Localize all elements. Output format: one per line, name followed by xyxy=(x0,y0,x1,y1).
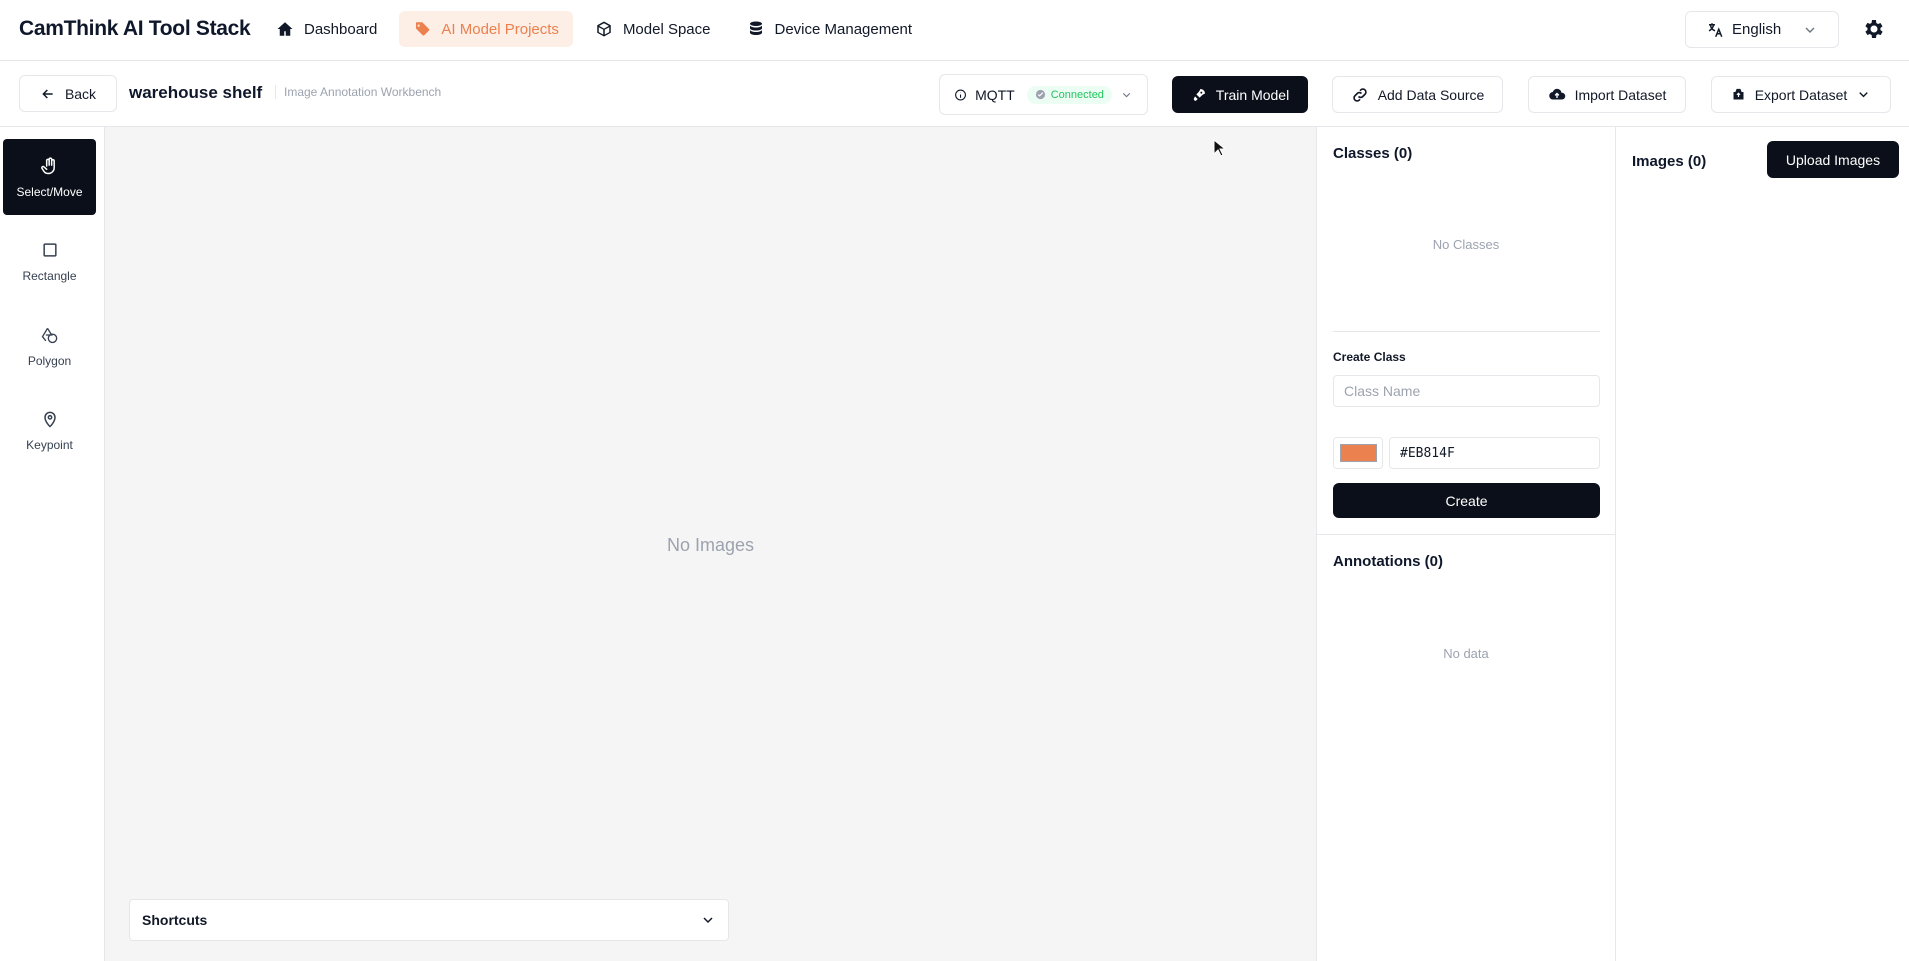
nav-item-dashboard[interactable]: Dashboard xyxy=(262,11,391,47)
top-navigation: CamThink AI Tool Stack Dashboard AI Mode… xyxy=(0,0,1909,61)
divider xyxy=(1333,331,1600,332)
classes-panel: Classes (0) No Classes Create Class Crea… xyxy=(1316,127,1617,961)
annotations-empty-message: No data xyxy=(1443,646,1489,661)
upload-images-label: Upload Images xyxy=(1785,151,1881,168)
translate-icon xyxy=(1708,22,1723,37)
empty-canvas-message: No Images xyxy=(666,535,755,555)
arrow-left-icon xyxy=(42,88,53,99)
create-class-label: Create xyxy=(1445,492,1488,509)
tool-keypoint[interactable]: Keypoint xyxy=(3,392,96,468)
back-label: Back xyxy=(64,85,97,102)
tool-label: Rectangle xyxy=(22,268,77,283)
nav-item-ai-model-projects[interactable]: AI Model Projects xyxy=(399,11,573,47)
database-icon xyxy=(749,21,762,35)
project-toolbar: Back warehouse shelf Image Annotation Wo… xyxy=(0,61,1909,127)
import-dataset-button[interactable]: Import Dataset xyxy=(1528,76,1686,113)
status-badge: Connected xyxy=(1026,85,1112,104)
package-export-icon xyxy=(1733,88,1744,100)
link-icon xyxy=(1352,87,1367,102)
add-data-source-button[interactable]: Add Data Source xyxy=(1332,76,1503,113)
tag-icon xyxy=(416,22,430,36)
shortcuts-panel-toggle[interactable]: Shortcuts xyxy=(129,899,729,941)
color-swatch xyxy=(1339,444,1377,462)
tool-label: Keypoint xyxy=(26,437,73,452)
annotation-canvas[interactable]: No Images Shortcuts xyxy=(105,127,1316,961)
chevron-down-icon xyxy=(1122,92,1131,97)
train-model-label: Train Model xyxy=(1215,86,1290,103)
tool-select-move[interactable]: Select/Move xyxy=(3,139,96,215)
class-color-picker[interactable] xyxy=(1333,437,1383,469)
tool-rectangle[interactable]: Rectangle xyxy=(3,223,96,299)
gear-icon[interactable] xyxy=(1862,17,1886,41)
divider xyxy=(1317,534,1617,535)
class-color-hex-input[interactable] xyxy=(1389,437,1600,469)
annotations-title: Annotations (0) xyxy=(1333,553,1443,570)
import-dataset-label: Import Dataset xyxy=(1574,86,1667,103)
back-button[interactable]: Back xyxy=(19,75,117,112)
brand-name[interactable]: CamThink AI Tool Stack xyxy=(19,17,251,41)
cloud-upload-icon xyxy=(1548,88,1565,100)
nav-item-model-space[interactable]: Model Space xyxy=(581,11,725,47)
nav-label: Device Management xyxy=(774,20,913,38)
info-icon xyxy=(955,89,966,100)
project-subtitle: Image Annotation Workbench xyxy=(275,85,441,99)
create-class-button[interactable]: Create xyxy=(1333,483,1600,518)
export-dataset-button[interactable]: Export Dataset xyxy=(1711,76,1891,113)
mqtt-status-select[interactable]: MQTT Connected xyxy=(939,74,1148,115)
status-text: Connected xyxy=(1050,88,1104,101)
rocket-icon xyxy=(1193,88,1205,101)
upload-images-button[interactable]: Upload Images xyxy=(1767,141,1899,178)
chevron-down-icon xyxy=(1805,27,1815,33)
shortcuts-label: Shortcuts xyxy=(142,912,208,928)
project-title: warehouse shelf xyxy=(129,83,263,102)
check-circle-icon xyxy=(1035,89,1045,100)
nav-item-device-management[interactable]: Device Management xyxy=(733,11,927,47)
nav-label: Dashboard xyxy=(304,20,378,38)
chevron-down-icon xyxy=(703,917,713,924)
classes-title: Classes (0) xyxy=(1333,145,1413,162)
mqtt-label: MQTT xyxy=(975,86,1015,103)
main-nav: Dashboard AI Model Projects Model Space … xyxy=(262,11,926,47)
annotation-tools: Select/Move Rectangle Polygon Keypoint xyxy=(0,127,105,961)
nav-label: Model Space xyxy=(622,20,711,38)
map-pin-icon xyxy=(43,411,56,428)
tool-label: Polygon xyxy=(27,353,72,368)
class-name-input[interactable] xyxy=(1333,375,1600,407)
language-select[interactable]: English xyxy=(1685,11,1839,48)
hand-icon xyxy=(40,156,55,174)
nav-label: AI Model Projects xyxy=(441,20,559,38)
add-data-source-label: Add Data Source xyxy=(1377,86,1485,103)
train-model-button[interactable]: Train Model xyxy=(1172,76,1308,113)
export-dataset-label: Export Dataset xyxy=(1754,86,1848,103)
classes-empty-message: No Classes xyxy=(1432,237,1500,252)
tool-label: Select/Move xyxy=(16,184,83,199)
language-value: English xyxy=(1732,21,1782,38)
images-panel: Images (0) Upload Images xyxy=(1616,127,1909,961)
mouse-cursor-icon xyxy=(1213,139,1225,157)
tool-polygon[interactable]: Polygon xyxy=(3,308,96,384)
images-title: Images (0) xyxy=(1632,153,1707,170)
chevron-down-icon xyxy=(1859,92,1869,98)
polygon-icon xyxy=(41,327,57,343)
box-icon xyxy=(597,21,611,37)
square-icon xyxy=(42,242,57,257)
home-icon xyxy=(277,22,293,36)
create-class-title: Create Class xyxy=(1333,350,1406,364)
